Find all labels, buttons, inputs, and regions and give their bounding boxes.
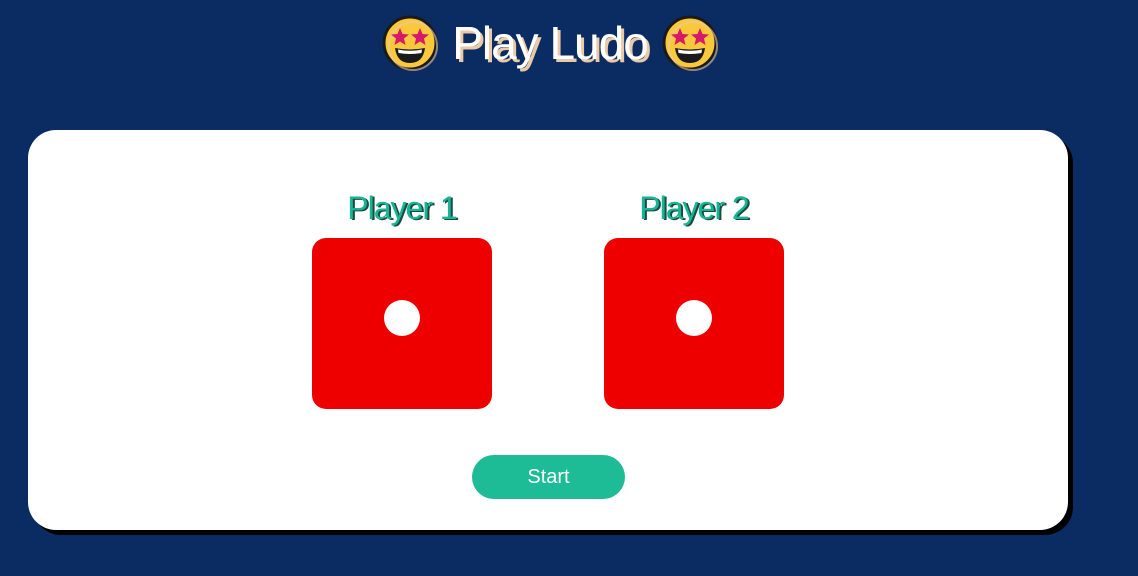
player-1-panel: Player 1 [312, 188, 492, 409]
player-2-name: Player 2 [639, 190, 749, 226]
die-pip [384, 300, 420, 336]
player-1-name: Player 1 [347, 190, 457, 226]
player-1-die[interactable] [312, 238, 492, 409]
header: Play Ludo [0, 10, 1100, 76]
player-2-panel: Player 2 [604, 188, 784, 409]
game-card: Player 1 Player 2 Start [28, 130, 1068, 530]
die-pip [676, 300, 712, 336]
star-struck-emoji-icon [382, 15, 439, 71]
start-button[interactable]: Start [472, 455, 625, 499]
player-2-die[interactable] [604, 238, 784, 409]
star-struck-emoji-icon [662, 15, 718, 71]
page-title: Play Ludo [452, 17, 649, 69]
